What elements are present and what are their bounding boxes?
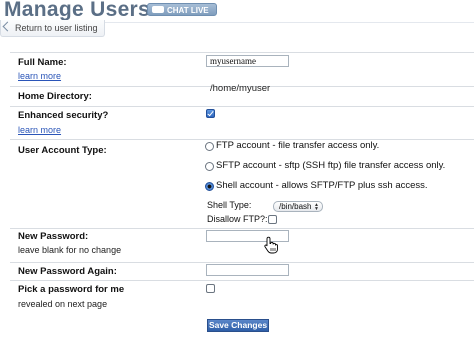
shell-type-value: /bin/bash [279,202,312,211]
shell-type-label: Shell Type: [207,200,252,210]
full-name-label: Full Name: [18,57,67,68]
row-divider [10,262,474,263]
full-name-learn-more-link[interactable]: learn more [18,71,61,81]
disallow-ftp-checkbox[interactable] [268,215,277,224]
pick-password-checkbox[interactable] [206,284,215,293]
back-link-label: Return to user listing [15,23,98,33]
hand-pointer-icon [264,236,278,259]
save-changes-button[interactable]: Save Changes [207,319,269,332]
enhanced-security-checkbox[interactable] [206,109,215,118]
back-arrow-icon [2,21,13,32]
chat-live-label: CHAT LIVE [167,6,209,15]
new-password-again-label: New Password Again: [18,266,117,277]
row-divider [10,228,474,229]
ftp-account-option-label[interactable]: FTP account - file transfer access only. [216,140,379,151]
enhanced-security-label: Enhanced security? [18,110,109,121]
disallow-ftp-label: Disallow FTP?: [207,214,268,224]
chat-bubble-icon [152,6,164,14]
pick-password-hint: revealed on next page [18,299,108,309]
user-account-type-label: User Account Type: [18,145,107,156]
shell-type-select[interactable]: /bin/bash ▲ ▼ [273,201,323,212]
new-password-hint: leave blank for no change [18,245,122,255]
select-arrows-icon: ▲ ▼ [314,202,319,212]
chat-live-button[interactable]: CHAT LIVE [147,3,217,16]
row-divider [10,280,474,281]
full-name-input[interactable]: myusername [206,55,289,67]
shell-account-option-label[interactable]: Shell account - allows SFTP/FTP plus ssh… [216,180,428,191]
shell-account-radio[interactable] [205,182,214,191]
page-title: Manage Users [4,0,150,21]
return-to-user-listing-link[interactable]: Return to user listing [0,20,105,37]
new-password-again-input[interactable] [206,264,289,276]
pick-password-label: Pick a password for me [18,284,125,295]
home-directory-label: Home Directory: [18,91,92,102]
home-directory-value: /home/myuser [210,83,271,94]
row-divider [10,106,474,107]
sftp-account-radio[interactable] [205,162,214,171]
new-password-label: New Password: [18,231,89,242]
ftp-account-radio[interactable] [205,142,214,151]
sftp-account-option-label[interactable]: SFTP account - sftp (SSH ftp) file trans… [216,160,445,171]
row-divider [10,52,474,53]
enhanced-security-learn-more-link[interactable]: learn more [18,125,61,135]
